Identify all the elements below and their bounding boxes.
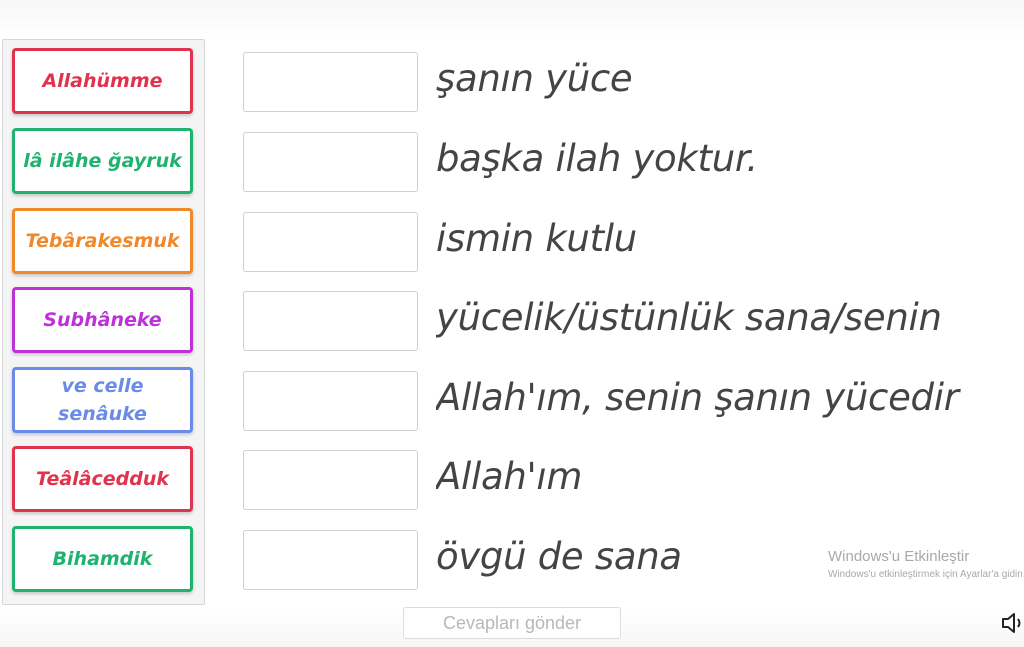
drag-card-subhaneke[interactable]: Subhâneke xyxy=(12,287,193,353)
drop-slot-2[interactable] xyxy=(243,132,418,192)
meaning-text: başka ilah yoktur. xyxy=(436,136,758,180)
card-label: Allahümme xyxy=(42,70,163,92)
meaning-text: Allah'ım xyxy=(436,454,583,498)
card-label: ve celle senâuke xyxy=(58,375,147,425)
windows-activation-watermark: Windows'u Etkinleştir Windows'u etkinleş… xyxy=(828,548,1024,580)
meaning-text: Allah'ım, senin şanın yücedir xyxy=(436,375,959,419)
submit-answers-button[interactable]: Cevapları gönder xyxy=(403,607,621,639)
card-label: Tebârakesmuk xyxy=(25,230,180,252)
drop-slot-3[interactable] xyxy=(243,212,418,272)
drag-card-tealacedduk[interactable]: Teâlâcedduk xyxy=(12,446,193,512)
meaning-text: şanın yüce xyxy=(436,56,633,100)
watermark-subtitle: Windows'u etkinleştirmek için Ayarlar'a … xyxy=(828,569,1024,580)
drop-slot-4[interactable] xyxy=(243,291,418,351)
speaker-icon[interactable] xyxy=(1001,610,1024,636)
meaning-text: ismin kutlu xyxy=(436,216,637,260)
card-label: lâ ilâhe ğayruk xyxy=(23,150,182,172)
drop-slot-5[interactable] xyxy=(243,371,418,431)
drag-card-bihamdik[interactable]: Bihamdik xyxy=(12,526,193,592)
card-label: Subhâneke xyxy=(43,309,162,331)
card-label: Teâlâcedduk xyxy=(35,468,170,490)
drag-card-la-ilahe-gayruk[interactable]: lâ ilâhe ğayruk xyxy=(12,128,193,194)
drop-slot-6[interactable] xyxy=(243,450,418,510)
card-label: Bihamdik xyxy=(52,548,153,570)
drop-slot-1[interactable] xyxy=(243,52,418,112)
drag-card-allahumme[interactable]: Allahümme xyxy=(12,48,193,114)
drag-card-ve-celle-senauke[interactable]: ve celle senâuke xyxy=(12,367,193,433)
watermark-title: Windows'u Etkinleştir xyxy=(828,548,970,565)
drag-card-tebarakesmuk[interactable]: Tebârakesmuk xyxy=(12,208,193,274)
meaning-text: yücelik/üstünlük sana/senin xyxy=(436,295,942,339)
drop-slot-7[interactable] xyxy=(243,530,418,590)
